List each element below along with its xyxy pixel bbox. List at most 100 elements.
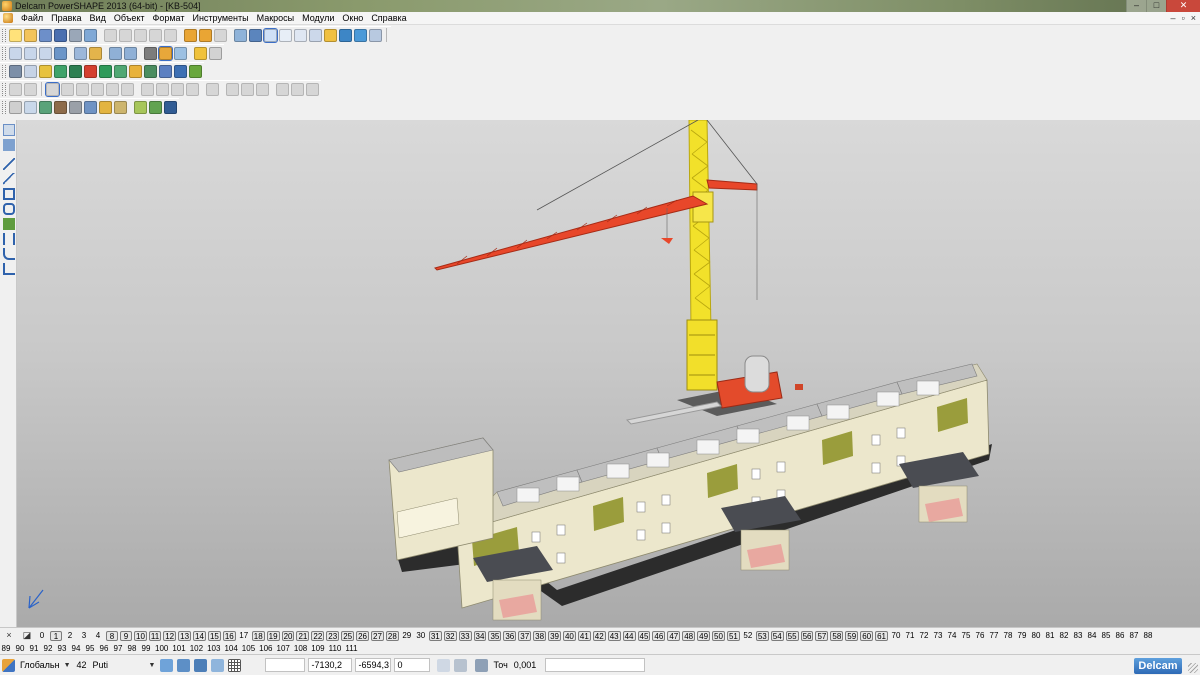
transform-icon[interactable] [249, 28, 262, 42]
layer-49-button[interactable]: 49 [697, 630, 711, 641]
view-right-icon[interactable] [39, 46, 52, 60]
surface-icon[interactable] [354, 28, 367, 42]
paste-icon[interactable] [134, 28, 147, 42]
axis-icon[interactable] [24, 100, 37, 114]
layer-48-button[interactable]: 48 [682, 630, 696, 641]
menu-file[interactable]: Файл [17, 12, 47, 25]
maximize-button[interactable]: □ [1146, 0, 1166, 12]
component-icon[interactable] [99, 100, 112, 114]
toolbar-grip[interactable] [2, 82, 6, 96]
layer-17-button[interactable]: 17 [238, 631, 250, 641]
pattern-icon[interactable] [114, 100, 127, 114]
print-icon[interactable] [69, 28, 82, 42]
menu-tools[interactable]: Инструменты [188, 12, 252, 25]
document-icon[interactable] [3, 13, 13, 23]
document-icon-2[interactable] [24, 64, 37, 78]
layer-41-button[interactable]: 41 [577, 630, 591, 641]
doc-restore-button[interactable]: ▫ [1182, 12, 1185, 25]
layer-60-button[interactable]: 60 [860, 630, 874, 641]
solid-tool-icon[interactable] [3, 218, 15, 230]
snap-point-icon[interactable] [194, 658, 208, 672]
level-name[interactable]: Puti [93, 660, 145, 670]
save-icon[interactable] [39, 28, 52, 42]
solid-box-icon[interactable] [39, 100, 52, 114]
layer-2-button[interactable]: 2 [64, 631, 76, 641]
cube-iso-icon[interactable] [206, 82, 219, 96]
layer-35-button[interactable]: 35 [488, 630, 502, 641]
layer-36-button[interactable]: 36 [503, 630, 517, 641]
layer-44-button[interactable]: 44 [622, 630, 636, 641]
layer-4-button[interactable]: 4 [92, 631, 104, 641]
layer-103-button[interactable]: 103 [206, 644, 221, 654]
layer-33-button[interactable]: 33 [458, 630, 472, 641]
play-icon[interactable] [99, 64, 112, 78]
resize-grip[interactable] [1188, 663, 1198, 673]
layer-39-button[interactable]: 39 [548, 630, 561, 641]
quick-select-icon[interactable] [3, 139, 15, 151]
select-arrow-icon[interactable] [263, 27, 278, 43]
annotation-icon[interactable] [3, 263, 15, 275]
grid-icon[interactable] [144, 64, 157, 78]
layer-79-button[interactable]: 79 [1016, 631, 1028, 641]
layer-55-button[interactable]: 55 [785, 630, 799, 641]
layer-91-button[interactable]: 91 [28, 644, 40, 654]
coord-y-field[interactable]: -6594,3 [355, 658, 392, 672]
cube-bottom-icon[interactable] [241, 82, 254, 96]
layer-85-button[interactable]: 85 [1100, 631, 1112, 641]
undo-icon[interactable] [184, 28, 197, 42]
layer-110-button[interactable]: 110 [328, 644, 343, 654]
layer-40-button[interactable]: 40 [562, 630, 576, 641]
wireframe-icon[interactable] [234, 28, 247, 42]
layer-100-button[interactable]: 100 [154, 644, 169, 654]
save-as-icon[interactable] [54, 28, 67, 42]
coord-input-blank[interactable] [265, 658, 306, 672]
toolbar-grip[interactable] [2, 100, 6, 114]
layer-32-button[interactable]: 32 [443, 630, 457, 641]
layer-31-button[interactable]: 31 [428, 630, 442, 641]
keypad-icon[interactable] [454, 658, 468, 672]
layer-71-button[interactable]: 71 [904, 631, 916, 641]
layer-20-button[interactable]: 20 [281, 630, 295, 641]
surface-patch-icon[interactable] [69, 100, 82, 114]
section-clear-icon[interactable] [306, 82, 319, 96]
shaded-view-icon[interactable] [158, 45, 173, 61]
layer-88-button[interactable]: 88 [1142, 631, 1154, 641]
edges-icon[interactable] [91, 82, 104, 96]
line-icon[interactable] [3, 158, 15, 170]
layer-87-button[interactable]: 87 [1128, 631, 1140, 641]
color-shade-icon[interactable] [54, 64, 67, 78]
layer-94-button[interactable]: 94 [70, 644, 82, 654]
layer-76-button[interactable]: 76 [974, 631, 986, 641]
layer-90-button[interactable]: 90 [14, 644, 26, 654]
cube-right-icon[interactable] [186, 82, 199, 96]
coord-x-field[interactable]: -7130,2 [308, 658, 353, 672]
graphics-viewport[interactable] [17, 120, 1200, 627]
measure-icon[interactable] [309, 28, 322, 42]
layer-14-button[interactable]: 14 [193, 630, 206, 641]
app-icon[interactable] [2, 1, 12, 11]
render-icon[interactable] [69, 64, 82, 78]
layer-51-button[interactable]: 51 [726, 630, 740, 641]
print-preview-icon[interactable] [84, 28, 97, 42]
layer-16-button[interactable]: 16 [222, 630, 236, 641]
shade-mode-icon[interactable] [45, 81, 60, 97]
layer-21-button[interactable]: 21 [296, 630, 310, 641]
layer-54-button[interactable]: 54 [770, 630, 784, 641]
menu-edit[interactable]: Правка [47, 12, 85, 25]
circle-select-icon[interactable] [279, 28, 292, 42]
workplane-icon[interactable] [2, 658, 15, 672]
grid-toggle-icon[interactable] [228, 658, 242, 672]
doc-close-button[interactable]: × [1191, 12, 1196, 25]
menu-help[interactable]: Справка [367, 12, 410, 25]
direction-icon[interactable] [164, 100, 177, 114]
zoom-out-icon[interactable] [124, 46, 137, 60]
light-icon[interactable] [324, 28, 337, 42]
delete-icon[interactable] [164, 28, 177, 42]
layer-12-button[interactable]: 12 [163, 630, 177, 641]
layer-80-button[interactable]: 80 [1030, 631, 1042, 641]
layer-81-button[interactable]: 81 [1044, 631, 1056, 641]
menu-window[interactable]: Окно [338, 12, 367, 25]
layer-84-button[interactable]: 84 [1086, 631, 1098, 641]
layer-50-button[interactable]: 50 [712, 630, 725, 641]
layer-70-button[interactable]: 70 [890, 631, 902, 641]
